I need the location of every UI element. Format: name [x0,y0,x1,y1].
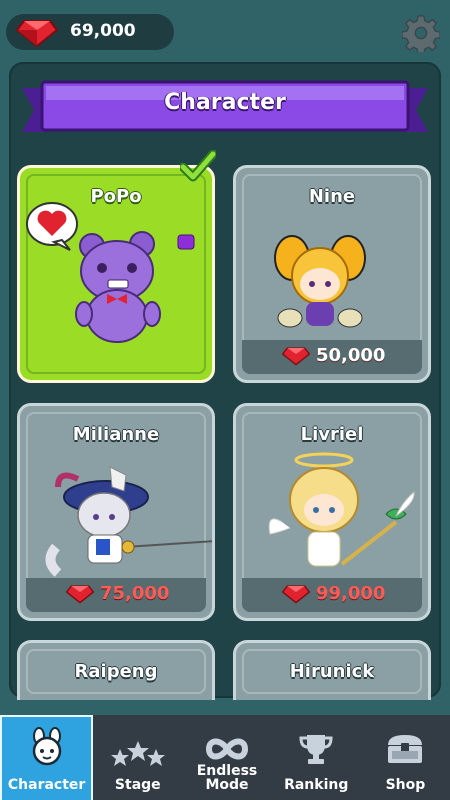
price-tag: 99,000 [242,578,422,612]
character-card-hirunick[interactable]: Hirunick [233,640,431,700]
infinity-icon [205,738,249,760]
character-name: Raipeng [74,661,158,682]
currency-amount: 69,000 [70,21,136,41]
nav-label: Ranking [284,777,349,793]
character-price: 75,000 [100,583,170,604]
milianne-musketeer-character [45,466,212,577]
character-name: Milianne [72,424,160,445]
purple-gem-icon [177,234,195,250]
character-price: 99,000 [316,583,386,604]
nine-bee-character [274,235,366,328]
nav-label: Shop [385,777,426,793]
nav-label: Stage [114,777,161,793]
nav-label: Character [7,777,86,793]
trophy-icon [299,735,333,764]
red-gem-icon [16,20,58,47]
character-name: Livriel [300,424,364,445]
nav-tab-endless-mode[interactable]: Endless Mode [182,715,271,800]
red-gem-icon [282,585,310,604]
nav-label: Endless Mode [196,763,258,793]
nav-tab-character[interactable]: Character [0,715,94,800]
character-card-livriel[interactable]: Livriel 99,000 [233,403,431,621]
treasure-chest-icon [388,735,423,763]
page-title: Character [164,90,286,115]
character-card-popo[interactable]: PoPo [17,165,215,383]
character-name: Nine [308,186,356,207]
price-tag: 75,000 [26,578,206,612]
character-price: 50,000 [316,345,386,366]
nav-tab-shop[interactable]: Shop [361,715,450,800]
popo-bear-character [75,231,161,343]
gear-icon[interactable] [402,14,440,52]
red-gem-icon [66,585,94,604]
bottom-navigation: Character Stage Endless Mode Ranking Sho… [0,715,450,800]
nav-tab-stage[interactable]: Stage [93,715,182,800]
red-gem-icon [282,347,310,366]
nav-tab-ranking[interactable]: Ranking [272,715,361,800]
character-card-milianne[interactable]: Milianne 75,000 [17,403,215,621]
stars-icon [110,741,165,766]
character-name: Hirunick [289,661,375,682]
price-tag: 50,000 [242,340,422,374]
heart-speech-bubble-icon [26,202,78,251]
currency-display: 69,000 [6,14,174,50]
character-face-icon [32,727,61,766]
character-card-nine[interactable]: Nine 50,000 [233,165,431,383]
character-card-raipeng[interactable]: Raipeng [17,640,215,700]
checkmark-icon [180,150,216,182]
livriel-angel-character [268,452,415,567]
